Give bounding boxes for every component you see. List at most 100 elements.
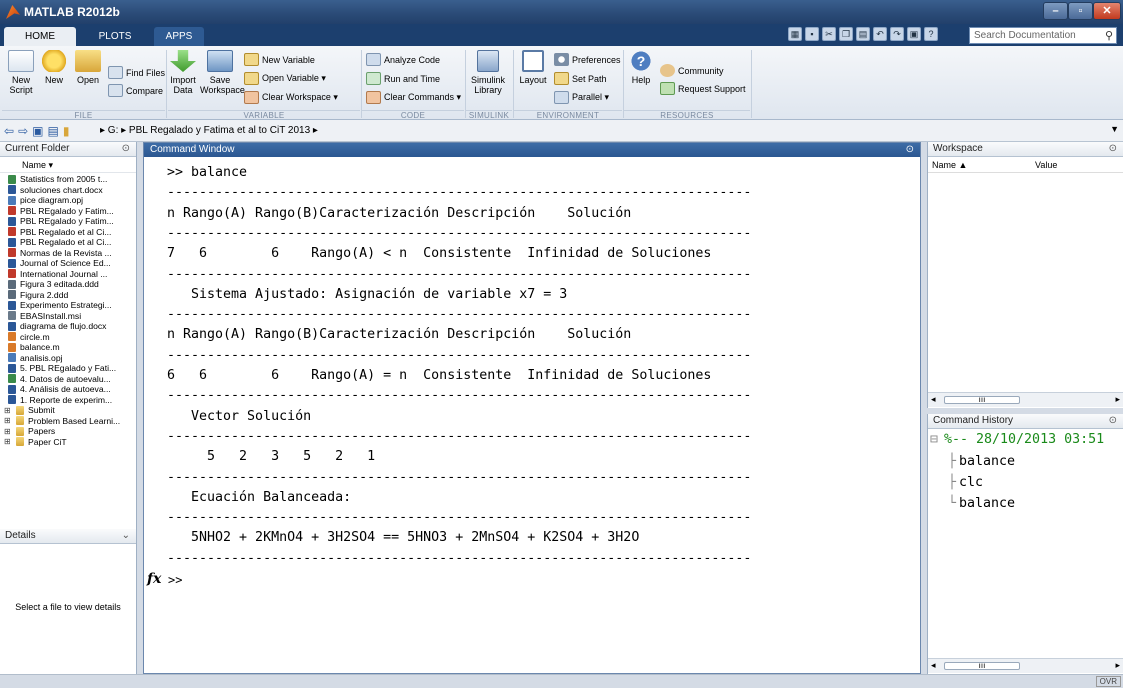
file-item[interactable]: Experimento Estrategi...	[0, 300, 136, 311]
request-support-button[interactable]: Request Support	[660, 82, 746, 95]
forward-arrow-icon[interactable]: ⇨	[18, 124, 28, 138]
file-item[interactable]: soluciones chart.docx	[0, 185, 136, 196]
file-item[interactable]: Figura 3 editada.ddd	[0, 279, 136, 290]
file-item[interactable]: 4. Análisis de autoeva...	[0, 384, 136, 395]
simulink-library-button[interactable]: Simulink Library	[468, 50, 508, 95]
up-folder-icon[interactable]: ▣	[32, 124, 43, 138]
command-prompt[interactable]: >>	[168, 573, 182, 587]
maximize-button[interactable]: ▫	[1068, 2, 1093, 20]
expand-icon[interactable]: ⊞	[4, 416, 12, 425]
layout-icon[interactable]: ▦	[788, 27, 802, 41]
output-line: 6 6 6 Rango(A) = n Consistente Infinidad…	[167, 368, 712, 383]
open-button[interactable]: Open	[74, 50, 102, 85]
history-entry[interactable]: balance	[959, 496, 1015, 511]
file-item[interactable]: Statistics from 2005 t...	[0, 174, 136, 185]
set-path-button[interactable]: Set Path	[554, 72, 607, 85]
name-column-header[interactable]: Name ▾	[0, 157, 136, 173]
analyze-code-button[interactable]: Analyze Code	[366, 53, 440, 66]
new-button[interactable]: New	[40, 50, 68, 85]
tab-home[interactable]: HOME	[4, 27, 76, 46]
history-entry[interactable]: balance	[959, 454, 1015, 469]
current-path[interactable]: ▸ G: ▸ PBL Regalado y Fatima et al to Ci…	[100, 125, 318, 136]
panel-options-icon[interactable]: ⊙	[1109, 414, 1117, 428]
open-variable-button[interactable]: Open Variable ▾	[244, 72, 326, 85]
file-item[interactable]: PBL Regalado et al Ci...	[0, 237, 136, 248]
search-documentation-input[interactable]: Search Documentation ⚲	[969, 27, 1117, 44]
help-button[interactable]: ? Help	[626, 50, 656, 85]
paste-icon[interactable]: ▤	[856, 27, 870, 41]
expand-icon[interactable]: ⊞	[4, 437, 12, 446]
chevron-down-icon[interactable]: ⌄	[122, 529, 130, 543]
file-item[interactable]: PBL REgalado y Fatim...	[0, 206, 136, 217]
close-button[interactable]: ✕	[1093, 2, 1121, 20]
switch-windows-icon[interactable]: ▣	[907, 27, 921, 41]
file-item[interactable]: analisis.opj	[0, 353, 136, 364]
run-and-time-button[interactable]: Run and Time	[366, 72, 440, 85]
scroll-thumb[interactable]: ııı	[944, 396, 1020, 404]
file-item[interactable]: PBL Regalado et al Ci...	[0, 227, 136, 238]
cut-icon[interactable]: ✂	[822, 27, 836, 41]
compare-button[interactable]: Compare	[108, 84, 163, 97]
file-item[interactable]: diagrama de flujo.docx	[0, 321, 136, 332]
file-item[interactable]: International Journal ...	[0, 269, 136, 280]
find-files-button[interactable]: Find Files	[108, 66, 165, 79]
file-item[interactable]: EBASInstall.msi	[0, 311, 136, 322]
search-icon[interactable]: ⚲	[1105, 29, 1113, 42]
scroll-thumb[interactable]: ııı	[944, 662, 1020, 670]
tab-apps[interactable]: APPS	[154, 27, 204, 46]
collapse-icon[interactable]: ⊟	[930, 432, 938, 447]
scroll-left-icon[interactable]: ◂	[931, 394, 936, 405]
save-icon[interactable]: ▪	[805, 27, 819, 41]
function-browser-icon[interactable]: fx	[147, 571, 161, 587]
folder-item[interactable]: ⊞ Problem Based Learni...	[0, 416, 136, 427]
community-button[interactable]: Community	[660, 64, 724, 77]
command-window[interactable]: Command Window ⊙ >> balance -------------…	[143, 142, 921, 674]
save-workspace-button[interactable]: Save Workspace	[200, 50, 245, 95]
workspace-value-column[interactable]: Value	[1035, 160, 1057, 170]
browse-folder-icon[interactable]: ▤	[47, 124, 58, 138]
expand-icon[interactable]: ⊞	[4, 427, 12, 436]
file-item[interactable]: 5. PBL REgalado y Fati...	[0, 363, 136, 374]
file-item[interactable]: Journal of Science Ed...	[0, 258, 136, 269]
panel-options-icon[interactable]: ⊙	[122, 142, 130, 156]
help-icon[interactable]: ?	[924, 27, 938, 41]
folder-item[interactable]: ⊞ Papers	[0, 426, 136, 437]
workspace-scrollbar[interactable]: ◂ ııı ▸	[928, 392, 1123, 407]
file-item[interactable]: balance.m	[0, 342, 136, 353]
layout-button[interactable]: Layout	[516, 50, 550, 85]
preferences-button[interactable]: Preferences	[554, 53, 621, 66]
file-item[interactable]: Figura 2.ddd	[0, 290, 136, 301]
tab-plots[interactable]: PLOTS	[88, 27, 142, 46]
panel-options-icon[interactable]: ⊙	[1109, 142, 1117, 156]
parallel-button[interactable]: Parallel ▾	[554, 91, 609, 104]
new-script-button[interactable]: New Script	[6, 50, 36, 95]
file-item[interactable]: 1. Reporte de experim...	[0, 395, 136, 406]
clear-workspace-button[interactable]: Clear Workspace ▾	[244, 91, 338, 104]
new-variable-button[interactable]: New Variable	[244, 53, 315, 66]
expand-icon[interactable]: ⊞	[4, 406, 12, 415]
minimize-button[interactable]: –	[1043, 2, 1068, 20]
scroll-left-icon[interactable]: ◂	[931, 660, 936, 671]
copy-icon[interactable]: ❐	[839, 27, 853, 41]
current-folder-header: Current Folder ⊙	[0, 142, 136, 157]
scroll-right-icon[interactable]: ▸	[1115, 660, 1120, 671]
import-data-button[interactable]: Import Data	[168, 50, 198, 95]
folder-item[interactable]: ⊞ Submit	[0, 405, 136, 416]
back-arrow-icon[interactable]: ⇦	[4, 124, 14, 138]
file-item[interactable]: 4. Datos de autoevalu...	[0, 374, 136, 385]
file-item[interactable]: Normas de la Revista ...	[0, 248, 136, 259]
file-item[interactable]: pice diagram.opj	[0, 195, 136, 206]
undo-icon[interactable]: ↶	[873, 27, 887, 41]
scroll-right-icon[interactable]: ▸	[1115, 394, 1120, 405]
file-item[interactable]: circle.m	[0, 332, 136, 343]
file-type-icon	[8, 300, 16, 310]
file-item[interactable]: PBL REgalado y Fatim...	[0, 216, 136, 227]
path-dropdown-icon[interactable]: ▼	[1110, 124, 1119, 134]
workspace-name-column[interactable]: Name ▲	[932, 160, 967, 170]
history-scrollbar[interactable]: ◂ ııı ▸	[928, 658, 1123, 673]
panel-options-icon[interactable]: ⊙	[906, 143, 914, 156]
redo-icon[interactable]: ↷	[890, 27, 904, 41]
clear-commands-button[interactable]: Clear Commands ▾	[366, 91, 461, 104]
folder-item[interactable]: ⊞ Paper CiT	[0, 437, 136, 448]
history-entry[interactable]: clc	[959, 475, 983, 490]
